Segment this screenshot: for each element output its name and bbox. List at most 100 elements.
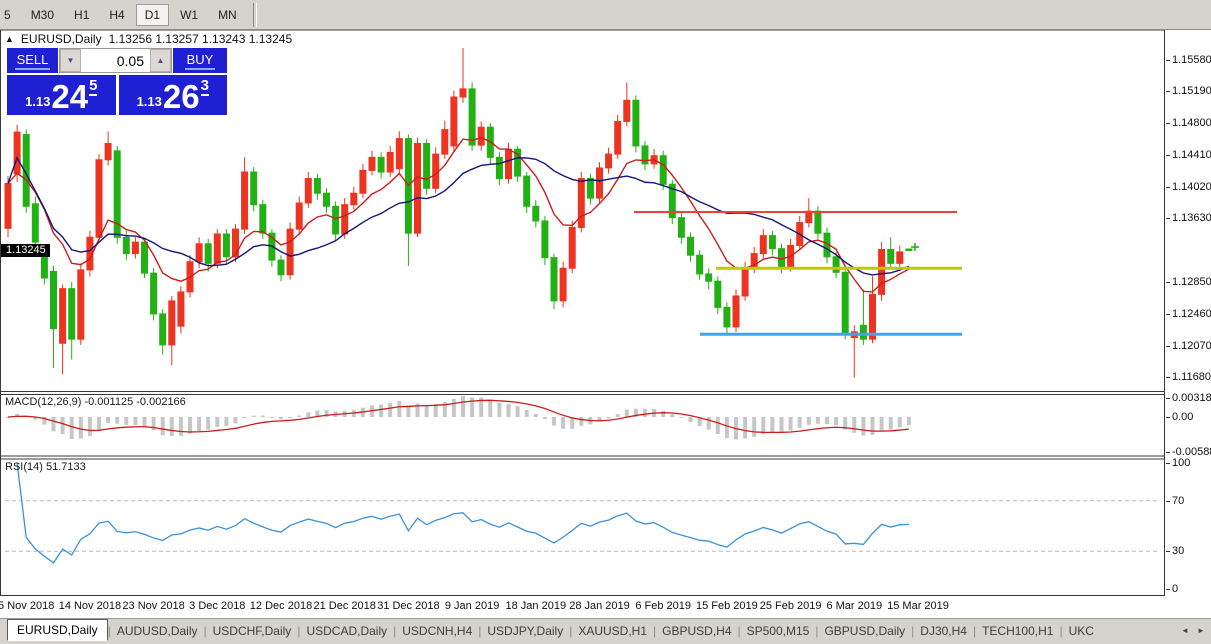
- candle-body: [879, 249, 885, 294]
- tab-scroll-left-icon[interactable]: ◄: [1178, 623, 1192, 638]
- date-axis-label: 15 Mar 2019: [887, 600, 949, 612]
- macd-histogram-bar: [270, 417, 274, 418]
- tab-usdcad-daily[interactable]: USDCAD,Daily: [300, 621, 393, 641]
- candle-body: [5, 183, 11, 228]
- tab-usdjpy-daily[interactable]: USDJPY,Daily: [481, 621, 569, 641]
- candle-body: [169, 301, 175, 345]
- date-axis-label: 6 Mar 2019: [826, 600, 882, 612]
- symbol-tab-bar: EURUSD,Daily |AUDUSD,Daily|USDCHF,Daily|…: [0, 618, 1211, 642]
- timeframe-button-d1[interactable]: D1: [136, 4, 169, 26]
- macd-histogram-bar: [161, 417, 165, 435]
- candle-body: [260, 205, 266, 234]
- macd-histogram-bar: [152, 417, 156, 431]
- candle-body: [906, 249, 912, 251]
- candle-body: [460, 89, 466, 97]
- macd-histogram-bar: [261, 416, 265, 417]
- tab-eurusd-daily[interactable]: EURUSD,Daily: [7, 619, 108, 641]
- tab-xauusd-h1[interactable]: XAUUSD,H1: [572, 621, 653, 641]
- price-axis-label: 1.15580: [1172, 54, 1211, 66]
- rsi-axis-label: 100: [1172, 457, 1190, 469]
- macd-histogram-bar: [543, 417, 547, 419]
- candle-body: [860, 325, 866, 339]
- candle-body: [733, 296, 739, 327]
- candle-body: [51, 271, 57, 328]
- candle-body: [597, 168, 603, 198]
- tab-dj30-h4[interactable]: DJ30,H4: [914, 621, 973, 641]
- candle-body: [779, 249, 785, 267]
- timeframe-button-5[interactable]: 5: [0, 4, 20, 26]
- candle-body: [41, 258, 47, 278]
- macd-histogram-bar: [206, 417, 210, 430]
- tab-scroll-right-icon[interactable]: ►: [1194, 623, 1208, 638]
- candle-body: [678, 218, 684, 238]
- macd-histogram-bar: [525, 410, 529, 417]
- candle-body: [214, 234, 220, 263]
- candle-body: [132, 242, 138, 253]
- candle-body: [769, 236, 775, 249]
- price-axis[interactable]: 1.155801.151901.148001.144101.140201.136…: [1165, 30, 1211, 596]
- volume-input[interactable]: [81, 49, 150, 72]
- candle-body: [242, 172, 248, 229]
- candle-body: [69, 289, 75, 340]
- toolbar-separator: [253, 3, 257, 27]
- candle-body: [78, 270, 84, 339]
- ask-price-pip: 3: [201, 77, 209, 96]
- tab-audusd-daily[interactable]: AUDUSD,Daily: [111, 621, 204, 641]
- tab-usdcnh-h4[interactable]: USDCNH,H4: [396, 621, 478, 641]
- macd-label: MACD(12,26,9) -0.001125 -0.002166: [5, 396, 186, 408]
- date-axis-label: 15 Feb 2019: [696, 600, 758, 612]
- macd-histogram-bar: [234, 417, 238, 423]
- macd-histogram-bar: [643, 409, 647, 417]
- candle-body: [305, 179, 311, 203]
- candle-body: [360, 170, 366, 193]
- date-axis-label: 31 Dec 2018: [377, 600, 439, 612]
- price-axis-label: 1.12460: [1172, 308, 1211, 320]
- volume-decrease-button[interactable]: ▼: [60, 49, 81, 72]
- candle-body: [278, 260, 284, 275]
- timeframe-button-m30[interactable]: M30: [22, 4, 63, 26]
- macd-histogram-bar: [88, 417, 92, 436]
- date-axis[interactable]: 5 Nov 201814 Nov 201823 Nov 20183 Dec 20…: [0, 596, 1211, 618]
- macd-histogram-bar: [807, 417, 811, 425]
- macd-histogram-bar: [607, 417, 611, 418]
- macd-histogram-bar: [143, 417, 147, 427]
- tab-sp500-m15[interactable]: SP500,M15: [741, 621, 816, 641]
- volume-increase-button[interactable]: ▲: [150, 49, 171, 72]
- chart-header: ▲ EURUSD,Daily 1.13256 1.13257 1.13243 1…: [5, 32, 292, 46]
- candle-body: [396, 139, 402, 169]
- price-axis-label: 1.13630: [1172, 212, 1211, 224]
- candle-body: [870, 294, 876, 339]
- ask-price-button[interactable]: 1.13 26 3: [119, 75, 228, 115]
- candle-body: [415, 143, 421, 233]
- macd-histogram-bar: [170, 417, 174, 436]
- macd-histogram-bar: [179, 417, 183, 436]
- macd-histogram-bar: [825, 417, 829, 424]
- macd-histogram-bar: [243, 417, 247, 418]
- tab-usdchf-daily[interactable]: USDCHF,Daily: [207, 621, 298, 641]
- tab-gbpusd-daily[interactable]: GBPUSD,Daily: [818, 621, 911, 641]
- candle-body: [624, 100, 630, 121]
- macd-histogram-bar: [716, 417, 720, 434]
- tab-gbpusd-h4[interactable]: GBPUSD,H4: [656, 621, 737, 641]
- buy-button[interactable]: BUY: [173, 48, 227, 73]
- candle-body: [223, 234, 229, 257]
- collapse-chart-icon[interactable]: ▲: [5, 34, 14, 44]
- tab-ukc[interactable]: UKC: [1063, 621, 1100, 641]
- bid-price-button[interactable]: 1.13 24 5: [7, 75, 116, 115]
- tab-tech100-h1[interactable]: TECH100,H1: [976, 621, 1059, 641]
- candle-body: [351, 193, 357, 204]
- timeframe-button-mn[interactable]: MN: [209, 4, 246, 26]
- rsi-axis-label: 30: [1172, 545, 1184, 557]
- macd-histogram-bar: [452, 399, 456, 417]
- macd-histogram-bar: [780, 417, 784, 432]
- timeframe-button-w1[interactable]: W1: [171, 4, 207, 26]
- timeframe-button-h1[interactable]: H1: [65, 4, 98, 26]
- macd-histogram-bar: [197, 417, 201, 431]
- candle-body: [587, 179, 593, 199]
- macd-histogram-bar: [115, 417, 119, 424]
- candle-body: [760, 236, 766, 254]
- sell-button[interactable]: SELL: [7, 48, 58, 73]
- timeframe-button-h4[interactable]: H4: [100, 4, 133, 26]
- candle-body: [533, 206, 539, 221]
- chart-title: EURUSD,Daily: [21, 32, 102, 46]
